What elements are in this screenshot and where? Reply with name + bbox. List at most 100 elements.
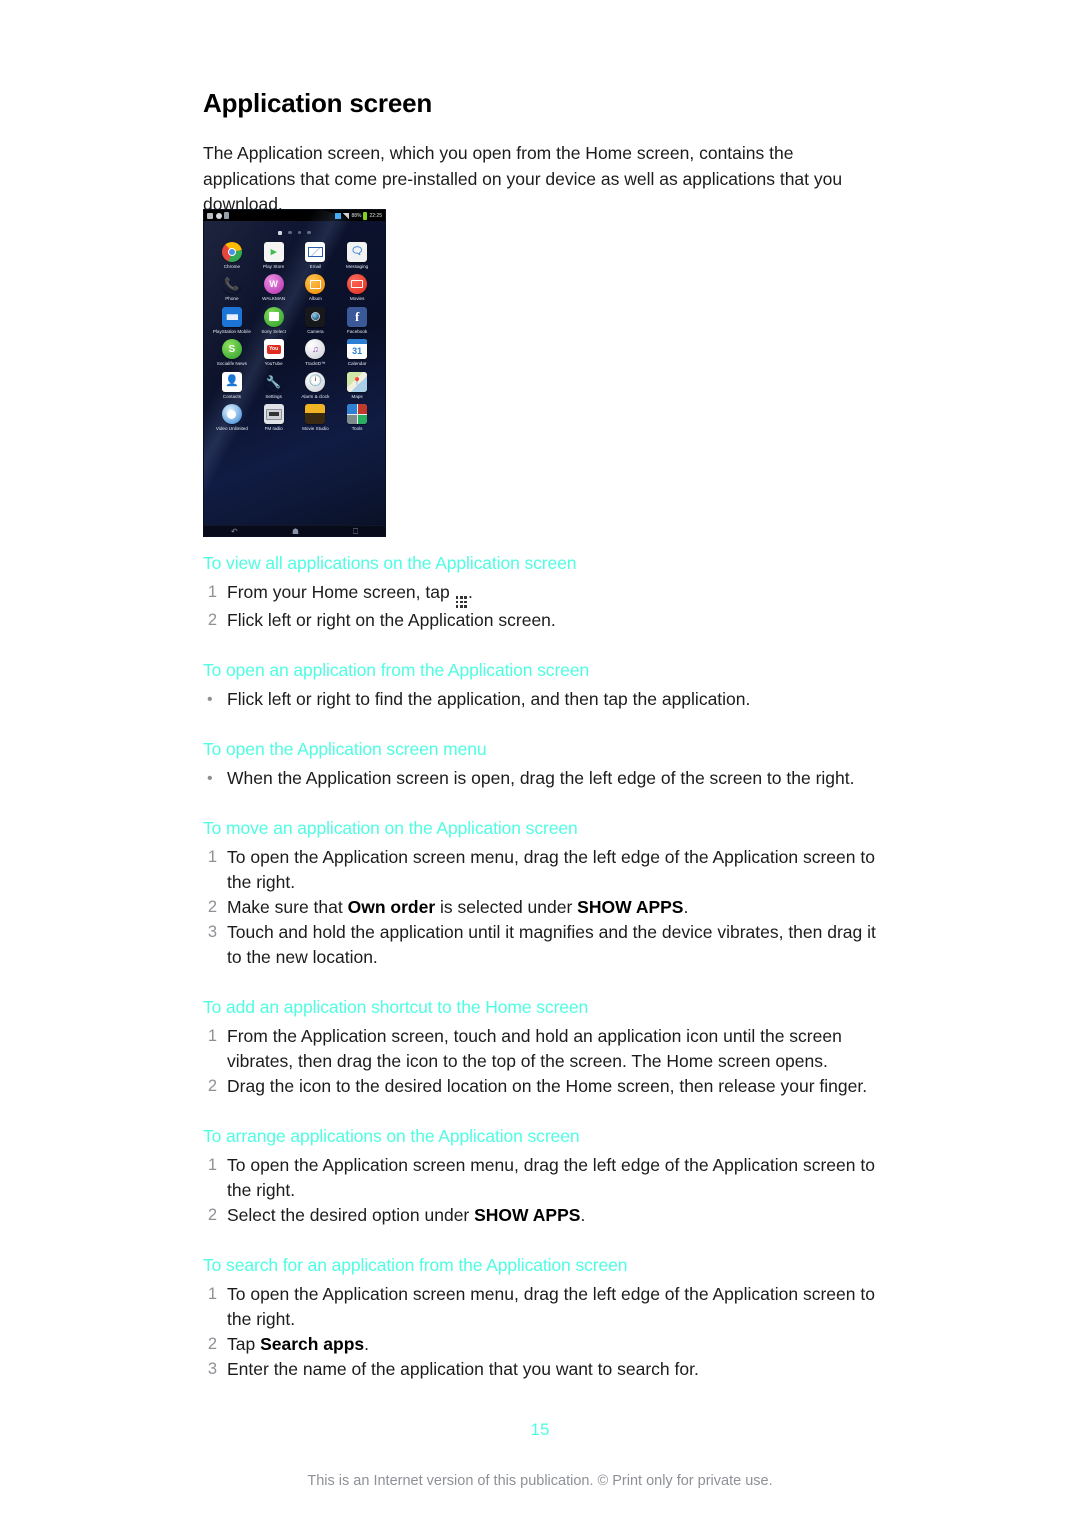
app-icon-tile[interactable]: 🗨 Messaging bbox=[336, 239, 378, 269]
app-icon-tile[interactable]: Camera bbox=[295, 304, 337, 334]
plain-text: is selected under bbox=[435, 896, 578, 917]
app-icon-tile[interactable]: 👤 Contacts bbox=[211, 369, 253, 399]
phone-status-bar: 88% 22:25 bbox=[204, 210, 385, 221]
app-icon-tile[interactable]: 🔧 Settings bbox=[253, 369, 295, 399]
app-icon-tile[interactable]: Tools bbox=[336, 401, 378, 431]
app-label: Phone bbox=[225, 296, 239, 302]
app-icon-tile[interactable]: FM radio bbox=[253, 401, 295, 431]
step-marker: 2 bbox=[207, 1334, 217, 1353]
app-icon-tile[interactable]: Movies bbox=[336, 271, 378, 301]
step-text: Drag the icon to the desired location on… bbox=[227, 1076, 867, 1096]
battery-icon bbox=[363, 211, 368, 220]
plain-text: Make sure that bbox=[227, 896, 348, 917]
app-icon-tile[interactable]: 31 Calendar bbox=[336, 336, 378, 366]
procedure-heading: To move an application on the Applicatio… bbox=[203, 817, 578, 838]
video-unlimited-icon bbox=[221, 404, 242, 425]
procedure-step: 3 Enter the name of the application that … bbox=[203, 1357, 893, 1382]
procedure-section: To open an application from the Applicat… bbox=[203, 660, 893, 712]
procedure-step: 3 Touch and hold the application until it… bbox=[203, 920, 893, 970]
plain-text: When the Application screen is open, dra… bbox=[227, 767, 855, 788]
app-label: WALKMAN bbox=[262, 296, 286, 302]
plain-text: From the Application screen, touch and h… bbox=[227, 1025, 842, 1071]
tools-icon bbox=[347, 404, 368, 425]
application-screen-figure: 88% 22:25 Chrome ▸ Play Store Email 🗨 Messagi… bbox=[203, 209, 386, 537]
emphasis-text: SHOW APPS bbox=[474, 1204, 581, 1225]
procedure-section: To search for an application from the Ap… bbox=[203, 1255, 893, 1382]
app-icon-tile[interactable]: 🕛 Alarm & clock bbox=[295, 369, 337, 399]
page-indicator bbox=[204, 221, 385, 237]
maps-icon: 📍 bbox=[347, 371, 368, 392]
procedure-step: 1 From your Home screen, tap . bbox=[203, 580, 893, 608]
procedure-step: 2 Drag the icon to the desired location o… bbox=[203, 1074, 893, 1099]
contacts-icon: 👤 bbox=[221, 371, 242, 392]
plain-text: . bbox=[580, 1204, 586, 1225]
procedure-step: • Flick left or right to find the applica… bbox=[203, 687, 893, 712]
procedure-steps: 1 To open the Application screen menu, dr… bbox=[203, 1282, 893, 1382]
step-marker: 2 bbox=[207, 1205, 217, 1224]
calendar-icon: 31 bbox=[347, 339, 368, 360]
page-content: Application screen The Application scree… bbox=[203, 88, 893, 218]
status-bar-clock: 22:25 bbox=[369, 212, 382, 219]
app-grid: Chrome ▸ Play Store Email 🗨 Messaging 📞 Phone W W… bbox=[211, 239, 378, 431]
trackid-icon: ♫ bbox=[305, 339, 326, 360]
step-marker: • bbox=[207, 769, 213, 787]
app-icon-tile[interactable]: S Socialife News bbox=[211, 336, 253, 366]
step-marker: 3 bbox=[207, 922, 217, 941]
app-icon-tile[interactable]: Chrome bbox=[211, 239, 253, 269]
plain-text: Select the desired option under bbox=[227, 1204, 475, 1225]
procedure-steps: • When the Application screen is open, dr… bbox=[203, 766, 893, 791]
screenshot-icon bbox=[207, 212, 213, 219]
step-text: To open the Application screen menu, dra… bbox=[227, 1284, 875, 1329]
walkman-icon: W bbox=[263, 274, 284, 295]
app-icon-tile[interactable]: Album bbox=[295, 271, 337, 301]
procedures-list: To view all applications on the Applicat… bbox=[203, 553, 893, 1382]
fm-radio-icon bbox=[263, 404, 284, 425]
procedure-step: • When the Application screen is open, dr… bbox=[203, 766, 893, 791]
step-text: To open the Application screen menu, dra… bbox=[227, 847, 875, 892]
file-icon bbox=[224, 212, 229, 219]
emphasis-text: Search apps bbox=[260, 1333, 365, 1354]
app-icon-tile[interactable]: 📍 Maps bbox=[336, 369, 378, 399]
app-icon-tile[interactable]: 📞 Phone bbox=[211, 271, 253, 301]
movie-studio-icon bbox=[305, 404, 326, 425]
step-text: From the Application screen, touch and h… bbox=[227, 1026, 842, 1071]
app-icon-tile[interactable]: You YouTube bbox=[253, 336, 295, 366]
youtube-icon: You bbox=[263, 339, 284, 360]
emphasis-text: SHOW APPS bbox=[577, 896, 684, 917]
playstation-mobile-icon: ▦▦ bbox=[221, 306, 242, 327]
page-indicator-dot bbox=[288, 230, 292, 235]
app-icon-tile[interactable]: Email bbox=[295, 239, 337, 269]
app-icon-tile[interactable]: Sony Select bbox=[253, 304, 295, 334]
app-label: Sony Select bbox=[261, 328, 286, 334]
phone-navigation-bar: ↶ ☗ ⎕ bbox=[204, 525, 385, 536]
app-label: Facebook bbox=[347, 328, 368, 334]
app-icon-tile[interactable]: ♫ TrackID™ bbox=[295, 336, 337, 366]
app-label: Socialife News bbox=[216, 361, 247, 367]
status-bar-right-icons: 88% 22:25 bbox=[335, 211, 382, 220]
app-label: FM radio bbox=[264, 426, 283, 432]
procedure-steps: 1 To open the Application screen menu, dr… bbox=[203, 1153, 893, 1228]
app-label: Maps bbox=[351, 393, 363, 399]
app-label: Messaging bbox=[346, 264, 369, 269]
page-title: Application screen bbox=[203, 88, 433, 118]
album-icon bbox=[305, 274, 326, 295]
app-icon-tile[interactable]: f Facebook bbox=[336, 304, 378, 334]
sync-icon bbox=[335, 212, 342, 219]
procedure-step: 2 Flick left or right on the Application … bbox=[203, 608, 893, 633]
procedure-step: 2 Make sure that Own order is selected un… bbox=[203, 895, 893, 920]
app-icon-tile[interactable]: ▸ Play Store bbox=[253, 239, 295, 269]
app-icon-tile[interactable]: ▦▦ PlayStation Mobile bbox=[211, 304, 253, 334]
app-icon-tile[interactable]: Movie Studio bbox=[295, 401, 337, 431]
step-marker: 1 bbox=[207, 583, 217, 601]
app-label: Chrome bbox=[223, 264, 241, 269]
app-label: Movies bbox=[349, 296, 365, 302]
procedure-step: 2 Tap Search apps. bbox=[203, 1332, 893, 1357]
app-icon-tile[interactable]: W WALKMAN bbox=[253, 271, 295, 301]
app-label: Tools bbox=[351, 426, 363, 432]
procedure-steps: 1 From the Application screen, touch and … bbox=[203, 1024, 893, 1099]
step-text: Touch and hold the application until it … bbox=[227, 922, 876, 967]
step-marker: 2 bbox=[207, 610, 217, 629]
app-icon-tile[interactable]: Video Unlimited bbox=[211, 401, 253, 431]
plain-text: To open the Application screen menu, dra… bbox=[227, 1283, 875, 1329]
app-label: Settings bbox=[265, 393, 282, 399]
